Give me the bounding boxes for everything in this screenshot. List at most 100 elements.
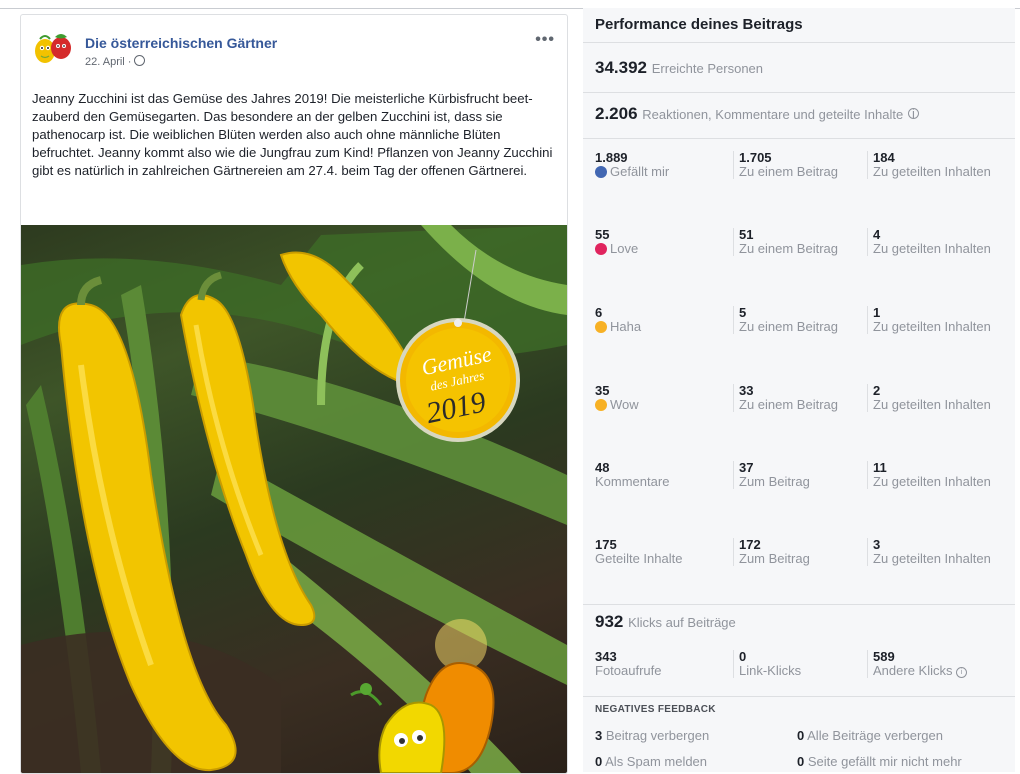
clicks-stat: 932 Klicks auf Beiträge (595, 612, 736, 632)
on-shares-label: Zu geteilten Inhalten (873, 551, 991, 566)
divider (583, 92, 1015, 93)
row-on-shares: 184 Zu geteilten Inhalten (867, 151, 998, 179)
divider (583, 604, 1015, 605)
reaction-row-love: 55 Love 51 Zu einem Beitrag 4 Zu geteilt… (583, 228, 1015, 304)
reactions-value: 2.206 (595, 104, 638, 123)
row-total: 6 Haha (595, 306, 720, 334)
insights-title: Performance deines Beitrags (595, 16, 803, 33)
on-post-count: 51 (739, 227, 754, 242)
reach-stat: 34.392 Erreichte Personen (595, 58, 763, 78)
shares-count: 175 (595, 537, 617, 552)
reach-label: Erreichte Personen (651, 61, 764, 76)
divider (583, 696, 1015, 697)
reactions-stat: 2.206 Reaktionen, Kommentare und geteilt… (595, 104, 919, 124)
row-on-post: 37 Zum Beitrag (733, 461, 864, 489)
love-label: Love (610, 241, 639, 256)
row-on-post: 51 Zu einem Beitrag (733, 228, 864, 256)
other-clicks: 589 Andere Klicks i (867, 650, 998, 678)
negative-value: 3 (595, 728, 603, 743)
negative-hide-post: 3 Beitrag verbergen (595, 728, 709, 743)
on-shares-count: 4 (873, 227, 881, 242)
on-shares-count: 184 (873, 150, 895, 165)
info-icon[interactable]: i (956, 667, 968, 678)
row-on-post: 1.705 Zu einem Beitrag (733, 151, 864, 179)
haha-icon (595, 321, 607, 333)
wow-icon (595, 399, 607, 411)
click-breakdown-row: 343 Fotoaufrufe 0 Link-Klicks 589 Andere… (583, 650, 1015, 690)
like-count: 1.889 (595, 150, 628, 165)
clicks-label: Klicks auf Beiträge (628, 615, 736, 630)
row-total: 1.889 Gefällt mir (595, 151, 720, 179)
wow-label: Wow (610, 397, 639, 412)
info-icon[interactable]: i (907, 107, 919, 120)
on-post-count: 172 (739, 537, 761, 552)
link-clicks: 0 Link-Klicks (733, 650, 864, 678)
clicks-value: 932 (595, 612, 624, 631)
negative-unlike-page: 0 Seite gefällt mir nicht mehr (797, 754, 962, 769)
row-on-shares: 11 Zu geteilten Inhalten (867, 461, 998, 489)
shares-label: Geteilte Inhalte (595, 551, 683, 566)
zucchini-photo-art: Gemüse des Jahres 2019 (21, 225, 567, 773)
on-post-label: Zu einem Beitrag (739, 241, 838, 256)
row-on-post: 5 Zu einem Beitrag (733, 306, 864, 334)
photo-views-count: 343 (595, 649, 617, 664)
negative-label: Beitrag verbergen (605, 728, 710, 743)
row-total: 55 Love (595, 228, 720, 256)
page-avatar[interactable] (31, 27, 75, 67)
link-clicks-label: Link-Klicks (739, 663, 802, 678)
on-post-count: 5 (739, 305, 747, 320)
page-name-link[interactable]: Die österreichischen Gärtner (85, 35, 277, 51)
on-post-label: Zu einem Beitrag (739, 164, 838, 179)
post-header: Die österreichischen Gärtner 22. April ·… (21, 15, 567, 79)
comments-count: 48 (595, 460, 610, 475)
row-on-shares: 2 Zu geteilten Inhalten (867, 384, 998, 412)
on-shares-label: Zu geteilten Inhalten (873, 319, 991, 334)
on-post-label: Zu einem Beitrag (739, 319, 838, 334)
on-post-label: Zu einem Beitrag (739, 397, 838, 412)
on-post-label: Zum Beitrag (739, 551, 810, 566)
reaction-row-comments: 48 Kommentare 37 Zum Beitrag 11 Zu getei… (583, 461, 1015, 537)
on-post-count: 33 (739, 383, 754, 398)
row-total: 48 Kommentare (595, 461, 720, 489)
row-on-shares: 3 Zu geteilten Inhalten (867, 538, 998, 566)
on-shares-label: Zu geteilten Inhalten (873, 241, 991, 256)
negative-label: Seite gefällt mir nicht mehr (807, 754, 962, 769)
on-post-count: 37 (739, 460, 754, 475)
more-options-icon[interactable]: ••• (535, 31, 555, 49)
negative-label: Alle Beiträge verbergen (807, 728, 943, 743)
love-icon (595, 243, 607, 255)
reaction-row-shares: 175 Geteilte Inhalte 172 Zum Beitrag 3 Z… (583, 538, 1015, 614)
on-shares-label: Zu geteilten Inhalten (873, 397, 991, 412)
post-date[interactable]: 22. April · (85, 55, 146, 68)
negative-value: 0 (797, 754, 805, 769)
reaction-row-like: 1.889 Gefällt mir 1.705 Zu einem Beitrag… (583, 151, 1015, 227)
negative-label: Als Spam melden (605, 754, 708, 769)
reaction-row-wow: 35 Wow 33 Zu einem Beitrag 2 Zu geteilte… (583, 384, 1015, 460)
on-post-label: Zum Beitrag (739, 474, 810, 489)
divider (583, 42, 1015, 43)
like-label: Gefällt mir (610, 164, 670, 179)
on-shares-label: Zu geteilten Inhalten (873, 164, 991, 179)
on-shares-count: 1 (873, 305, 881, 320)
reaction-row-haha: 6 Haha 5 Zu einem Beitrag 1 Zu geteilten… (583, 306, 1015, 382)
row-on-post: 33 Zu einem Beitrag (733, 384, 864, 412)
haha-count: 6 (595, 305, 603, 320)
on-shares-count: 11 (873, 460, 887, 475)
reach-value: 34.392 (595, 58, 647, 77)
globe-icon (134, 55, 146, 66)
link-clicks-count: 0 (739, 649, 747, 664)
facebook-post: Die österreichischen Gärtner 22. April ·… (20, 14, 568, 774)
negative-hide-all: 0 Alle Beiträge verbergen (797, 728, 943, 743)
like-icon (595, 166, 607, 178)
row-total: 35 Wow (595, 384, 720, 412)
row-on-shares: 4 Zu geteilten Inhalten (867, 228, 998, 256)
post-photo[interactable]: Gemüse des Jahres 2019 (21, 225, 567, 773)
on-post-count: 1.705 (739, 150, 772, 165)
wow-count: 35 (595, 383, 610, 398)
post-date-text[interactable]: 22. April · (85, 56, 131, 68)
haha-label: Haha (610, 319, 642, 334)
on-shares-count: 2 (873, 383, 881, 398)
row-total: 175 Geteilte Inhalte (595, 538, 720, 566)
on-shares-count: 3 (873, 537, 881, 552)
negative-report-spam: 0 Als Spam melden (595, 754, 707, 769)
